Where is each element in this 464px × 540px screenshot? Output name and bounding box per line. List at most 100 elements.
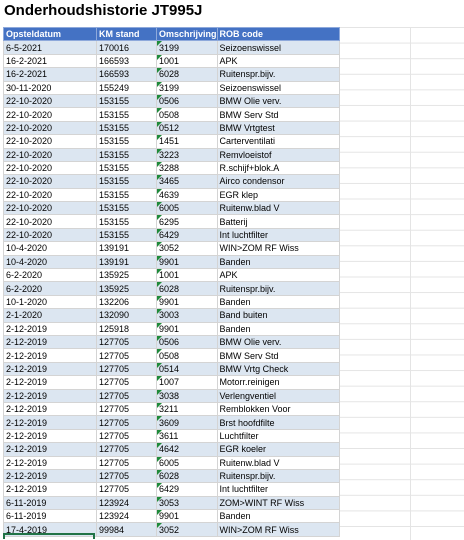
description-code-cell[interactable]: 6028: [156, 281, 218, 296]
rob-code-cell[interactable]: Seizoenswissel: [216, 40, 340, 55]
rob-code-cell[interactable]: BMW Olie verv.: [216, 334, 340, 350]
km-cell[interactable]: 127705: [96, 375, 157, 390]
km-cell[interactable]: 125918: [96, 321, 157, 336]
date-cell[interactable]: 30-11-2020: [3, 80, 97, 95]
description-code-cell[interactable]: 4642: [156, 442, 218, 457]
rob-code-cell[interactable]: APK: [216, 53, 340, 69]
description-code-cell[interactable]: 6005: [156, 455, 218, 470]
date-cell[interactable]: 2-1-2020: [3, 308, 97, 323]
rob-code-cell[interactable]: BMW Olie verv.: [216, 93, 340, 109]
rob-code-cell[interactable]: APK: [216, 268, 340, 283]
rob-code-cell[interactable]: WIN>ZOM RF Wiss: [216, 241, 340, 256]
rob-code-cell[interactable]: Banden: [216, 254, 340, 270]
date-cell[interactable]: 6-11-2019: [3, 509, 97, 524]
description-code-cell[interactable]: 3199: [156, 40, 218, 55]
date-cell[interactable]: 10-1-2020: [3, 294, 97, 310]
header-description[interactable]: Omschrijving: [156, 26, 218, 42]
rob-code-cell[interactable]: WIN>ZOM RF Wiss: [216, 522, 340, 537]
date-cell[interactable]: 22-10-2020: [3, 134, 97, 149]
date-cell[interactable]: 2-12-2019: [3, 361, 97, 377]
description-code-cell[interactable]: 9901: [156, 254, 218, 270]
description-code-cell[interactable]: 6429: [156, 227, 218, 243]
km-cell[interactable]: 123924: [96, 495, 157, 511]
km-cell[interactable]: 127705: [96, 401, 157, 417]
km-cell[interactable]: 153155: [96, 187, 157, 203]
description-code-cell[interactable]: 0508: [156, 348, 218, 363]
date-cell[interactable]: 22-10-2020: [3, 107, 97, 122]
date-cell[interactable]: 2-12-2019: [3, 375, 97, 390]
date-cell[interactable]: 10-4-2020: [3, 241, 97, 256]
header-rob-code[interactable]: ROB code: [216, 26, 340, 42]
km-cell[interactable]: 127705: [96, 334, 157, 350]
rob-code-cell[interactable]: R.schijf+blok.A: [216, 160, 340, 176]
description-code-cell[interactable]: 3223: [156, 147, 218, 162]
km-cell[interactable]: 135925: [96, 281, 157, 296]
date-cell[interactable]: 16-2-2021: [3, 67, 97, 82]
date-cell[interactable]: 2-12-2019: [3, 415, 97, 430]
km-cell[interactable]: 166593: [96, 53, 157, 69]
rob-code-cell[interactable]: Ruitenw.blad V: [216, 201, 340, 216]
date-cell[interactable]: 2-12-2019: [3, 401, 97, 417]
rob-code-cell[interactable]: EGR klep: [216, 187, 340, 203]
rob-code-cell[interactable]: Batterij: [216, 214, 340, 229]
rob-code-cell[interactable]: Banden: [216, 321, 340, 336]
rob-code-cell[interactable]: Remblokken Voor: [216, 401, 340, 417]
header-date[interactable]: Opsteldatum: [3, 26, 97, 42]
date-cell[interactable]: 16-2-2021: [3, 53, 97, 69]
date-cell[interactable]: 2-12-2019: [3, 442, 97, 457]
rob-code-cell[interactable]: Carterventilati: [216, 134, 340, 149]
description-code-cell[interactable]: 9901: [156, 509, 218, 524]
km-cell[interactable]: 127705: [96, 348, 157, 363]
rob-code-cell[interactable]: Ruitenspr.bijv.: [216, 468, 340, 484]
rob-code-cell[interactable]: BMW Serv Std: [216, 107, 340, 122]
km-cell[interactable]: 153155: [96, 93, 157, 109]
date-cell[interactable]: 2-12-2019: [3, 428, 97, 444]
date-cell[interactable]: 2-12-2019: [3, 321, 97, 336]
date-cell[interactable]: 22-10-2020: [3, 147, 97, 162]
description-code-cell[interactable]: 3053: [156, 495, 218, 511]
km-cell[interactable]: 135925: [96, 268, 157, 283]
date-cell[interactable]: 6-2-2020: [3, 281, 97, 296]
km-cell[interactable]: 127705: [96, 455, 157, 470]
km-cell[interactable]: 127705: [96, 361, 157, 377]
description-code-cell[interactable]: 1451: [156, 134, 218, 149]
km-cell[interactable]: 127705: [96, 415, 157, 430]
description-code-cell[interactable]: 6028: [156, 468, 218, 484]
km-cell[interactable]: 153155: [96, 174, 157, 189]
description-code-cell[interactable]: 6295: [156, 214, 218, 229]
description-code-cell[interactable]: 1007: [156, 375, 218, 390]
description-code-cell[interactable]: 9901: [156, 294, 218, 310]
rob-code-cell[interactable]: Verlengventiel: [216, 388, 340, 403]
km-cell[interactable]: 153155: [96, 160, 157, 176]
km-cell[interactable]: 166593: [96, 67, 157, 82]
date-cell[interactable]: 22-10-2020: [3, 214, 97, 229]
date-cell[interactable]: 2-12-2019: [3, 388, 97, 403]
rob-code-cell[interactable]: Brst hoofdfilte: [216, 415, 340, 430]
description-code-cell[interactable]: 9901: [156, 321, 218, 336]
description-code-cell[interactable]: 1001: [156, 268, 218, 283]
km-cell[interactable]: 127705: [96, 482, 157, 497]
description-code-cell[interactable]: 0514: [156, 361, 218, 377]
rob-code-cell[interactable]: Motorr.reinigen: [216, 375, 340, 390]
date-cell[interactable]: 2-12-2019: [3, 482, 97, 497]
description-code-cell[interactable]: 0506: [156, 93, 218, 109]
date-cell[interactable]: 6-11-2019: [3, 495, 97, 511]
km-cell[interactable]: 127705: [96, 388, 157, 403]
km-cell[interactable]: 132090: [96, 308, 157, 323]
date-cell[interactable]: 22-10-2020: [3, 120, 97, 136]
description-code-cell[interactable]: 3003: [156, 308, 218, 323]
date-cell[interactable]: 22-10-2020: [3, 160, 97, 176]
rob-code-cell[interactable]: Banden: [216, 294, 340, 310]
km-cell[interactable]: 132206: [96, 294, 157, 310]
rob-code-cell[interactable]: ZOM>WINT RF Wiss: [216, 495, 340, 511]
description-code-cell[interactable]: 3052: [156, 241, 218, 256]
rob-code-cell[interactable]: Luchtfilter: [216, 428, 340, 444]
date-cell[interactable]: 2-12-2019: [3, 455, 97, 470]
rob-code-cell[interactable]: Ruitenspr.bijv.: [216, 67, 340, 82]
rob-code-cell[interactable]: Airco condensor: [216, 174, 340, 189]
description-code-cell[interactable]: 6429: [156, 482, 218, 497]
description-code-cell[interactable]: 6005: [156, 201, 218, 216]
km-cell[interactable]: 153155: [96, 214, 157, 229]
km-cell[interactable]: 153155: [96, 120, 157, 136]
rob-code-cell[interactable]: EGR koeler: [216, 442, 340, 457]
